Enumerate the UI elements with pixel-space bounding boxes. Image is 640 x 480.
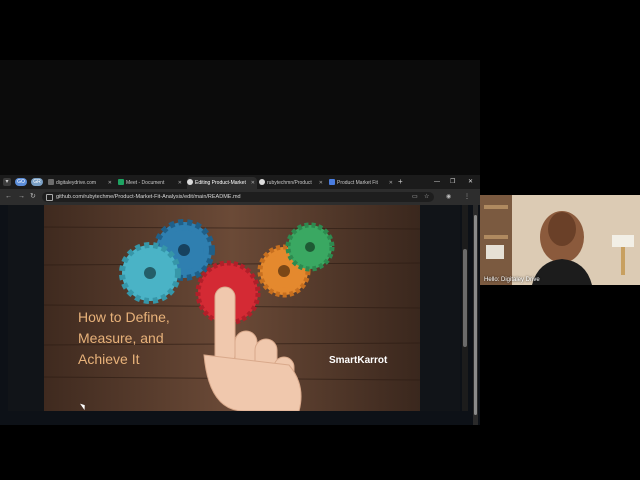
- address-bar[interactable]: github.com/rubytechme/Product-Market-Fit…: [42, 192, 434, 202]
- github-readme-preview: How to Define, Measure, and Achieve It S…: [0, 205, 480, 425]
- readme-cover-image: How to Define, Measure, and Achieve It S…: [44, 205, 420, 411]
- page-scrollbar[interactable]: [473, 205, 478, 425]
- github-icon: [259, 179, 265, 185]
- tab-search-icon[interactable]: ▾: [3, 178, 11, 186]
- green-gear: [285, 222, 335, 272]
- meet-icon: [118, 179, 124, 185]
- tab-meet[interactable]: Meet - Document ✕: [118, 177, 184, 189]
- new-tab-button[interactable]: +: [398, 176, 403, 188]
- headline-line-2: Measure, and: [78, 330, 164, 346]
- participant-name: Hello: Digitaley Drive: [484, 277, 540, 283]
- inner-scrollbar[interactable]: [462, 205, 468, 411]
- tab-group-pill-2[interactable]: GR: [31, 178, 43, 186]
- page-left-gutter: [8, 205, 44, 411]
- close-tab-icon[interactable]: ✕: [389, 177, 393, 189]
- tab-bar: ▾ GO GR digitaleydrive.com ✕ Meet - Docu…: [0, 175, 480, 189]
- headline-line-3: Achieve It: [78, 351, 140, 367]
- page-right-gutter: [420, 205, 460, 411]
- menu-kebab-icon[interactable]: ⋮: [464, 191, 470, 203]
- tab-product-market-fit[interactable]: Product Market Fit ✕: [329, 177, 395, 189]
- participant-video: [480, 195, 640, 285]
- close-tab-icon[interactable]: ✕: [319, 177, 323, 189]
- restore-icon[interactable]: ❐: [450, 176, 455, 188]
- browser-toolbar: ← → ↻ github.com/rubytechme/Product-Mark…: [0, 189, 480, 205]
- headline-line-1: How to Define,: [78, 309, 170, 325]
- page-scroll-thumb[interactable]: [474, 215, 477, 415]
- github-icon: [187, 179, 193, 185]
- docs-icon: [329, 179, 335, 185]
- tab-rubytechme-product[interactable]: rubytechmn/Product ✕: [259, 177, 325, 189]
- cover-illustration: How to Define, Measure, and Achieve It S…: [44, 205, 420, 411]
- back-arrow-icon[interactable]: ←: [5, 191, 12, 203]
- screen-share-area: ▾ GO GR digitaleydrive.com ✕ Meet - Docu…: [0, 60, 480, 425]
- smartkarrot-logo: SmartKarrot: [329, 355, 388, 366]
- profile-icon[interactable]: ◉: [446, 191, 451, 203]
- tab-group-pill-1[interactable]: GO: [15, 178, 27, 186]
- tab-digitaleydrive[interactable]: digitaleydrive.com ✕: [48, 177, 114, 189]
- participant-video-tile[interactable]: Hello: Digitaley Drive: [480, 195, 640, 285]
- teal-gear: [119, 242, 181, 304]
- minimize-icon[interactable]: —: [434, 176, 440, 188]
- browser-window: ▾ GO GR digitaleydrive.com ✕ Meet - Docu…: [0, 175, 480, 425]
- globe-icon: [48, 179, 54, 185]
- reload-icon[interactable]: ↻: [30, 191, 36, 203]
- scroll-thumb[interactable]: [463, 249, 467, 347]
- close-tab-icon[interactable]: ✕: [178, 177, 182, 189]
- lock-icon: [46, 194, 53, 201]
- url-text: github.com/rubytechme/Product-Market-Fit…: [56, 194, 241, 200]
- close-tab-icon[interactable]: ✕: [251, 177, 255, 189]
- close-tab-icon[interactable]: ✕: [108, 177, 112, 189]
- forward-arrow-icon[interactable]: →: [18, 191, 25, 203]
- tab-editing-product-market[interactable]: Editing Product-Market ✕: [187, 177, 257, 189]
- bookmark-star-icon[interactable]: ☆: [424, 193, 429, 201]
- close-window-icon[interactable]: ✕: [468, 176, 473, 188]
- cast-icon[interactable]: ▭: [412, 193, 418, 201]
